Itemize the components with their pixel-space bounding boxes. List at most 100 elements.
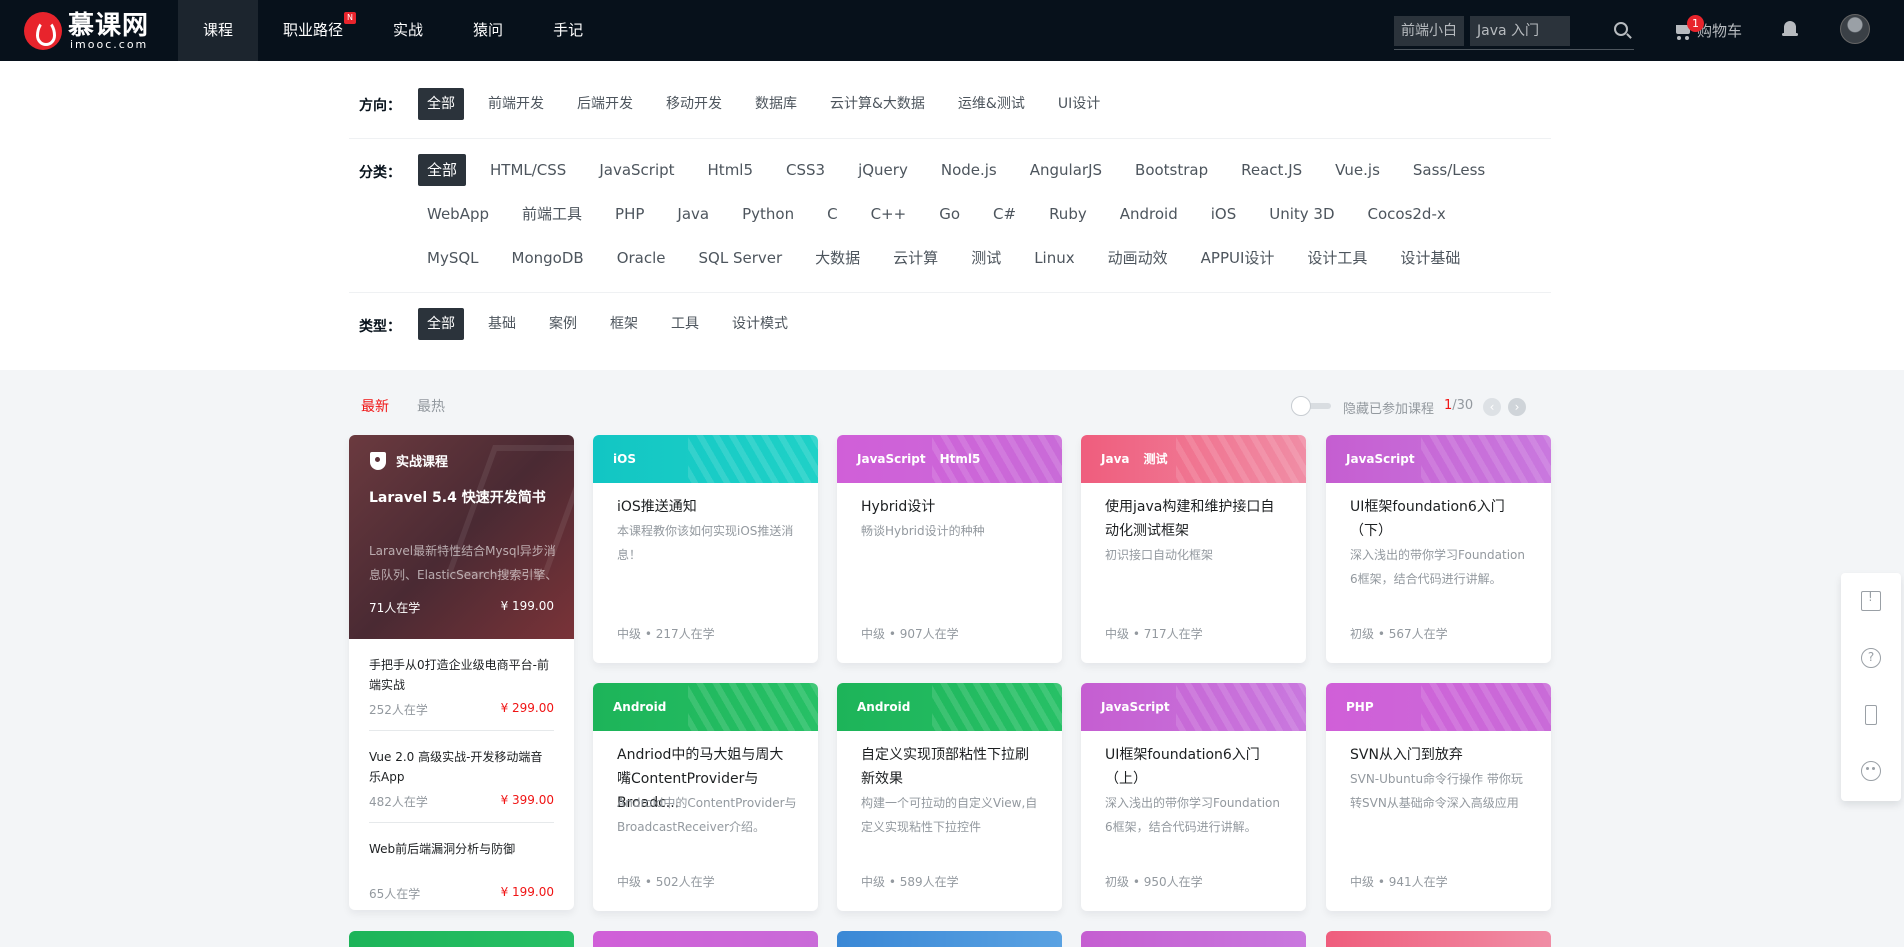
search-hot-tag[interactable]: Java 入门 [1470,16,1570,46]
service-icon[interactable] [1861,761,1881,781]
filter-chip[interactable]: 基础 [479,308,525,340]
filter-chip[interactable]: 工具 [662,308,708,340]
filter-chip[interactable]: HTML/CSS [481,154,575,186]
filter-chip[interactable]: Linux [1025,242,1083,274]
course-card[interactable]: Android 自定义实现顶部粘性下拉刷新效果 构建一个可拉动的自定义View,自定… [837,683,1062,911]
search-icon[interactable] [1614,22,1628,36]
course-card-partial[interactable] [1326,931,1551,947]
filter-chip[interactable]: C++ [862,198,916,230]
filter-chip[interactable]: C [818,198,846,230]
cart-button[interactable]: 1 购物车 [1673,15,1742,44]
filter-chip[interactable]: 设计工具 [1298,242,1376,274]
filter-chip[interactable]: Oracle [608,242,675,274]
filter-chip[interactable]: 数据库 [746,88,806,120]
search-bar[interactable]: 前端小白 Java 入门 [1394,16,1634,50]
filter-chip[interactable]: Sass/Less [1404,154,1494,186]
flame-logo-icon [24,12,62,50]
filter-chip[interactable]: 全部 [418,88,464,120]
filter-chip[interactable]: Ruby [1040,198,1096,230]
filter-chip[interactable]: UI设计 [1049,88,1109,120]
mobile-app-icon[interactable] [1865,705,1877,725]
sort-hottest[interactable]: 最热 [417,396,445,416]
filter-chip[interactable]: Vue.js [1326,154,1389,186]
filter-chip[interactable]: Go [930,198,969,230]
filter-chip[interactable]: 测试 [962,242,1010,274]
course-card[interactable]: JavaScript UI框架foundation6入门（上） 深入浅出的带你学习F… [1081,683,1306,911]
course-card-partial[interactable] [349,931,574,947]
filter-chip[interactable]: 后端开发 [568,88,642,120]
course-card[interactable]: JavaScript UI框架foundation6入门（下） 深入浅出的带你学习F… [1326,435,1551,663]
course-card[interactable]: PHP SVN从入门到放弃 SVN-Ubuntu命令行操作 带你玩转SVN从基础命令… [1326,683,1551,911]
hide-joined-toggle[interactable] [1291,396,1331,416]
filter-chip[interactable]: 云计算&大数据 [821,88,934,120]
bell-icon[interactable] [1782,21,1798,39]
course-card[interactable]: Java 测试 使用java构建和维护接口自动化测试框架 初识接口自动化框架 中级 • … [1081,435,1306,663]
user-avatar[interactable] [1840,14,1870,44]
filter-chip[interactable]: 案例 [540,308,586,340]
filter-chip[interactable]: Bootstrap [1126,154,1217,186]
filter-chip[interactable]: iOS [1202,198,1246,230]
filter-chip[interactable]: React.JS [1232,154,1311,186]
filter-chip[interactable]: CSS3 [777,154,834,186]
filter-chip[interactable]: PHP [606,198,653,230]
filter-chip[interactable]: C# [984,198,1025,230]
filter-category: 分类： 全部 HTML/CSS JavaScript Html5 CSS3 jQuery N… [349,139,1551,293]
filter-chip[interactable]: Unity 3D [1260,198,1343,230]
nav-career-path[interactable]: 职业路径 N [258,0,368,61]
filter-chip[interactable]: jQuery [849,154,917,186]
nav-notes[interactable]: 手记 [528,0,608,61]
next-page-icon[interactable]: › [1508,398,1526,416]
filter-chip[interactable]: 前端开发 [479,88,553,120]
filter-chip[interactable]: MongoDB [503,242,593,274]
help-icon[interactable]: ? [1861,648,1881,668]
filter-chip[interactable]: Html5 [699,154,762,186]
course-card[interactable]: iOS iOS推送通知 本课程教你该如何实现iOS推送消息！ 中级 • 217人在学 [593,435,818,663]
feedback-icon[interactable] [1861,590,1881,611]
nav-questions[interactable]: 猿问 [448,0,528,61]
card-title: iOS推送通知 [617,499,697,515]
filter-chip[interactable]: APPUI设计 [1192,242,1284,274]
filter-chip[interactable]: 动画动效 [1099,242,1177,274]
featured-desc: Laravel最新特性结合Mysql异步消息队列、ElasticSearch搜索… [369,544,558,582]
new-badge: N [344,12,357,24]
filter-chip[interactable]: 前端工具 [513,198,591,230]
site-logo[interactable]: 慕课网 imooc.com [24,12,154,50]
filter-chip[interactable]: 云计算 [884,242,947,274]
filter-chip[interactable]: 大数据 [806,242,869,274]
filter-chip[interactable]: 运维&测试 [949,88,1034,120]
filter-chip[interactable]: 框架 [601,308,647,340]
sort-latest[interactable]: 最新 [361,396,389,416]
filter-chip[interactable]: WebApp [418,198,498,230]
nav-courses[interactable]: 课程 [178,0,259,61]
course-card-partial[interactable] [593,931,818,947]
filter-chip[interactable]: 移动开发 [657,88,731,120]
course-card[interactable]: JavaScript Html5 Hybrid设计 畅谈Hybrid设计的种种 中级 •… [837,435,1062,663]
prev-page-icon[interactable]: ‹ [1483,398,1501,416]
type-chips: 全部 基础 案例 框架 工具 设计模式 [418,308,1538,340]
featured-list-item[interactable]: Vue 2.0 高级实战-开发移动端音乐App 482人在学 ¥ 399.00 [369,731,554,823]
filter-chip[interactable]: 设计基础 [1391,242,1469,274]
filter-direction: 方向： 全部 前端开发 后端开发 移动开发 数据库 云计算&大数据 运维&测试 UI设计 [349,61,1551,139]
course-card-partial[interactable] [1081,931,1306,947]
filter-chip[interactable]: Cocos2d-x [1359,198,1455,230]
featured-banner[interactable]: 实战课程 Laravel 5.4 快速开发简书 Laravel最新特性结合Mys… [349,435,574,639]
filter-chip[interactable]: Node.js [932,154,1006,186]
filter-chip[interactable]: SQL Server [690,242,792,274]
filter-chip[interactable]: MySQL [418,242,488,274]
course-card[interactable]: Android Andriod中的马大姐与周大嘴ContentProvider与B… [593,683,818,911]
featured-list-item[interactable]: 手把手从0打造企业级电商平台-前端实战 252人在学 ¥ 299.00 [369,639,554,731]
filter-chip[interactable]: 设计模式 [723,308,797,340]
featured-list-item[interactable]: Web前后端漏洞分析与防御 65人在学 ¥ 199.00 [369,823,554,910]
card-tag: Android [857,700,911,714]
filter-chip[interactable]: Python [733,198,803,230]
filter-chip[interactable]: JavaScript [590,154,683,186]
filter-chip[interactable]: Android [1111,198,1187,230]
filter-chip[interactable]: Java [668,198,718,230]
filter-chip[interactable]: 全部 [418,308,464,340]
featured-card[interactable]: 实战课程 Laravel 5.4 快速开发简书 Laravel最新特性结合Mys… [349,435,574,910]
search-hot-tag[interactable]: 前端小白 [1394,16,1464,46]
nav-practice[interactable]: 实战 [368,0,448,61]
filter-chip[interactable]: 全部 [418,154,467,186]
course-card-partial[interactable] [837,931,1062,947]
filter-chip[interactable]: AngularJS [1021,154,1111,186]
